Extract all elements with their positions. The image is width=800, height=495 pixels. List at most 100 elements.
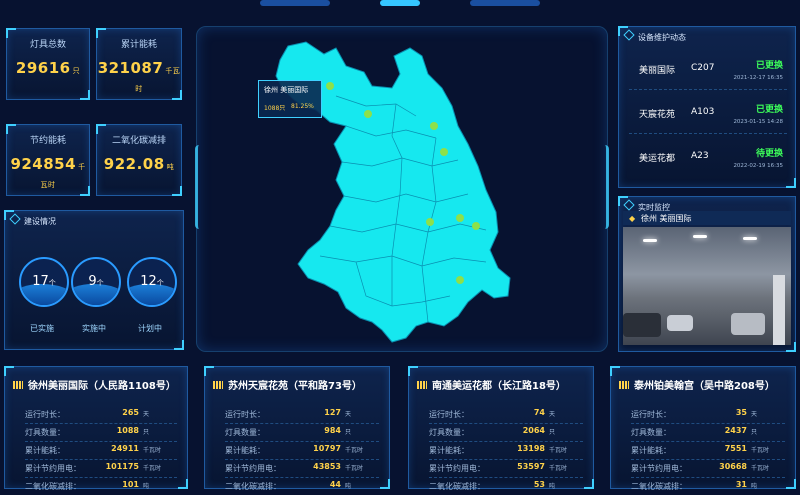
ceiling-light (643, 239, 657, 242)
construction-panel: 建设情况 17个 9个 12个 已实施 实施中 计划中 (4, 210, 184, 350)
item-date: 2021-12-17 16:35 (733, 75, 783, 81)
table-row: 运行时长： 35 天 (631, 405, 785, 424)
table-row: 累计节约用电： 43853 千瓦时 (225, 459, 379, 478)
table-row: 二氧化碳减排： 101 吨 (25, 480, 150, 491)
jiangsu-map[interactable] (196, 26, 608, 352)
ceiling-light (693, 235, 707, 238)
video-label-bar: ◆ 徐州 美丽国际 (623, 211, 791, 225)
table-row: 累计能耗： 13198 千瓦时 (429, 441, 583, 460)
stat-title: 灯具总数 (29, 40, 66, 50)
site-panel-2[interactable]: 苏州天宸花苑（平和路73号） 运行时长： 127 天 灯具数量： 984 只 累计能耗：… (204, 366, 390, 491)
header-bar-left (260, 0, 330, 6)
status-badge: 已更换 (755, 105, 783, 115)
table-row: 灯具数量： 2437 只 (631, 423, 785, 442)
tooltip-percent: 81.25% (291, 103, 314, 110)
status-badge: 待更换 (755, 149, 783, 159)
table-row: 二氧化碳减排： 44 吨 (225, 480, 352, 491)
list-item[interactable]: 美运花都 A23 待更换 2022-02-19 16:35 (629, 139, 787, 177)
map-pin-icon[interactable] (456, 214, 464, 222)
table-row: 累计能耗： 7551 千瓦时 (631, 441, 785, 460)
map-pin-icon[interactable] (426, 218, 434, 226)
table-row: 灯具数量： 2064 只 (429, 423, 583, 442)
stat-value: 29616 只 (15, 59, 81, 77)
car (623, 313, 661, 337)
stat-card-lamps: 灯具总数 29616 只 (6, 28, 90, 100)
table-row: 累计节约用电： 101175 千瓦时 (25, 459, 177, 478)
triangle-icon: ◆ (629, 214, 636, 223)
table-row: 灯具数量： 1088 只 (25, 423, 177, 442)
car (667, 315, 693, 331)
map-tooltip: 徐州 美丽国际 1088只 81.25% (258, 80, 322, 118)
tooltip-count: 1088只 (264, 105, 286, 112)
stat-card-energy: 累计能耗 321087 千瓦时 (96, 28, 182, 100)
video-label: 徐州 美丽国际 (641, 214, 692, 223)
stat-card-co2: 二氧化碳减排 922.08 吨 (96, 124, 182, 196)
camera-feed[interactable] (623, 227, 791, 345)
table-row: 累计节约用电： 53597 千瓦时 (429, 459, 583, 478)
map-pin-icon[interactable] (456, 276, 464, 284)
list-item[interactable]: 天宸花苑 A103 已更换 2023-01-15 14:28 (629, 95, 787, 134)
stat-card-saved: 节约能耗 924854 千瓦时 (6, 124, 90, 196)
bars-icon (13, 381, 23, 389)
map-pin-icon[interactable] (430, 122, 438, 130)
stat-value: 924854 千瓦时 (10, 155, 86, 189)
stat-title: 二氧化碳减排 (111, 136, 166, 146)
bubble-implemented: 17个 (19, 257, 69, 307)
map-pin-icon[interactable] (472, 222, 480, 230)
bubble-label: 计划中 (138, 324, 162, 333)
bubble-planned: 12个 (127, 257, 177, 307)
stat-title: 节约能耗 (29, 136, 66, 146)
bubble-value: 9个 (88, 274, 104, 289)
item-code: A103 (691, 107, 715, 117)
item-code: C207 (691, 63, 715, 73)
list-item[interactable]: 美丽国际 C207 已更换 2021-12-17 16:35 (629, 51, 787, 90)
bubble-label: 实施中 (82, 324, 106, 333)
table-row: 二氧化碳减排： 31 吨 (631, 480, 758, 491)
status-badge: 已更换 (755, 61, 783, 71)
item-name: 天宸花苑 (639, 110, 676, 120)
table-row: 运行时长： 127 天 (225, 405, 379, 424)
video-panel: 实时监控 ◆ 徐州 美丽国际 (618, 196, 796, 352)
table-row: 累计能耗： 10797 千瓦时 (225, 441, 379, 460)
item-date: 2022-02-19 16:35 (733, 163, 783, 169)
bubble-label: 已实施 (30, 324, 54, 333)
bars-icon (619, 381, 629, 389)
stat-value: 922.08 吨 (103, 155, 175, 173)
bars-icon (417, 381, 427, 389)
stat-title: 累计能耗 (120, 40, 157, 50)
bars-icon (213, 381, 223, 389)
header-decoration (200, 0, 600, 14)
map-pin-icon[interactable] (364, 110, 372, 118)
stat-value: 321087 千瓦时 (97, 59, 181, 93)
map-pin-icon[interactable] (440, 148, 448, 156)
item-code: A23 (691, 151, 709, 161)
tooltip-title: 徐州 美丽国际 (264, 86, 309, 94)
bubble-in-progress: 9个 (71, 257, 121, 307)
bubble-value: 17个 (32, 274, 56, 289)
table-row: 灯具数量： 984 只 (225, 423, 379, 442)
table-row: 二氧化碳减排： 53 吨 (429, 480, 556, 491)
section-title: 建设情况 (9, 213, 56, 227)
site-panel-1[interactable]: 徐州美丽国际（人民路1108号） 运行时长： 265 天 灯具数量： 1088 只 累计… (4, 366, 188, 491)
item-name: 美丽国际 (639, 66, 676, 76)
site-title: 泰州铂美翰宫（吴中路208号） (619, 377, 775, 392)
item-date: 2023-01-15 14:28 (733, 119, 783, 125)
site-title: 南通美运花都（长江路18号） (417, 377, 566, 392)
table-row: 运行时长： 74 天 (429, 405, 583, 424)
bubble-value: 12个 (140, 274, 164, 289)
dynamics-panel: 设备维护动态 美丽国际 C207 已更换 2021-12-17 16:35 天宸… (618, 26, 796, 188)
site-title: 苏州天宸花苑（平和路73号） (213, 377, 362, 392)
section-title: 设备维护动态 (623, 29, 686, 43)
table-row: 运行时长： 265 天 (25, 405, 177, 424)
ceiling-light (743, 237, 757, 240)
site-panel-4[interactable]: 泰州铂美翰宫（吴中路208号） 运行时长： 35 天 灯具数量： 2437 只 累计能耗… (610, 366, 796, 491)
header-bar-right (470, 0, 540, 6)
pillar (773, 275, 785, 345)
car (731, 313, 765, 335)
site-title: 徐州美丽国际（人民路1108号） (13, 377, 176, 392)
site-panel-3[interactable]: 南通美运花都（长江路18号） 运行时长： 74 天 灯具数量： 2064 只 累计能耗：… (408, 366, 594, 491)
map-pin-icon[interactable] (326, 82, 334, 90)
table-row: 累计能耗： 24911 千瓦时 (25, 441, 177, 460)
table-row: 累计节约用电： 30668 千瓦时 (631, 459, 785, 478)
header-bar-center (380, 0, 420, 6)
